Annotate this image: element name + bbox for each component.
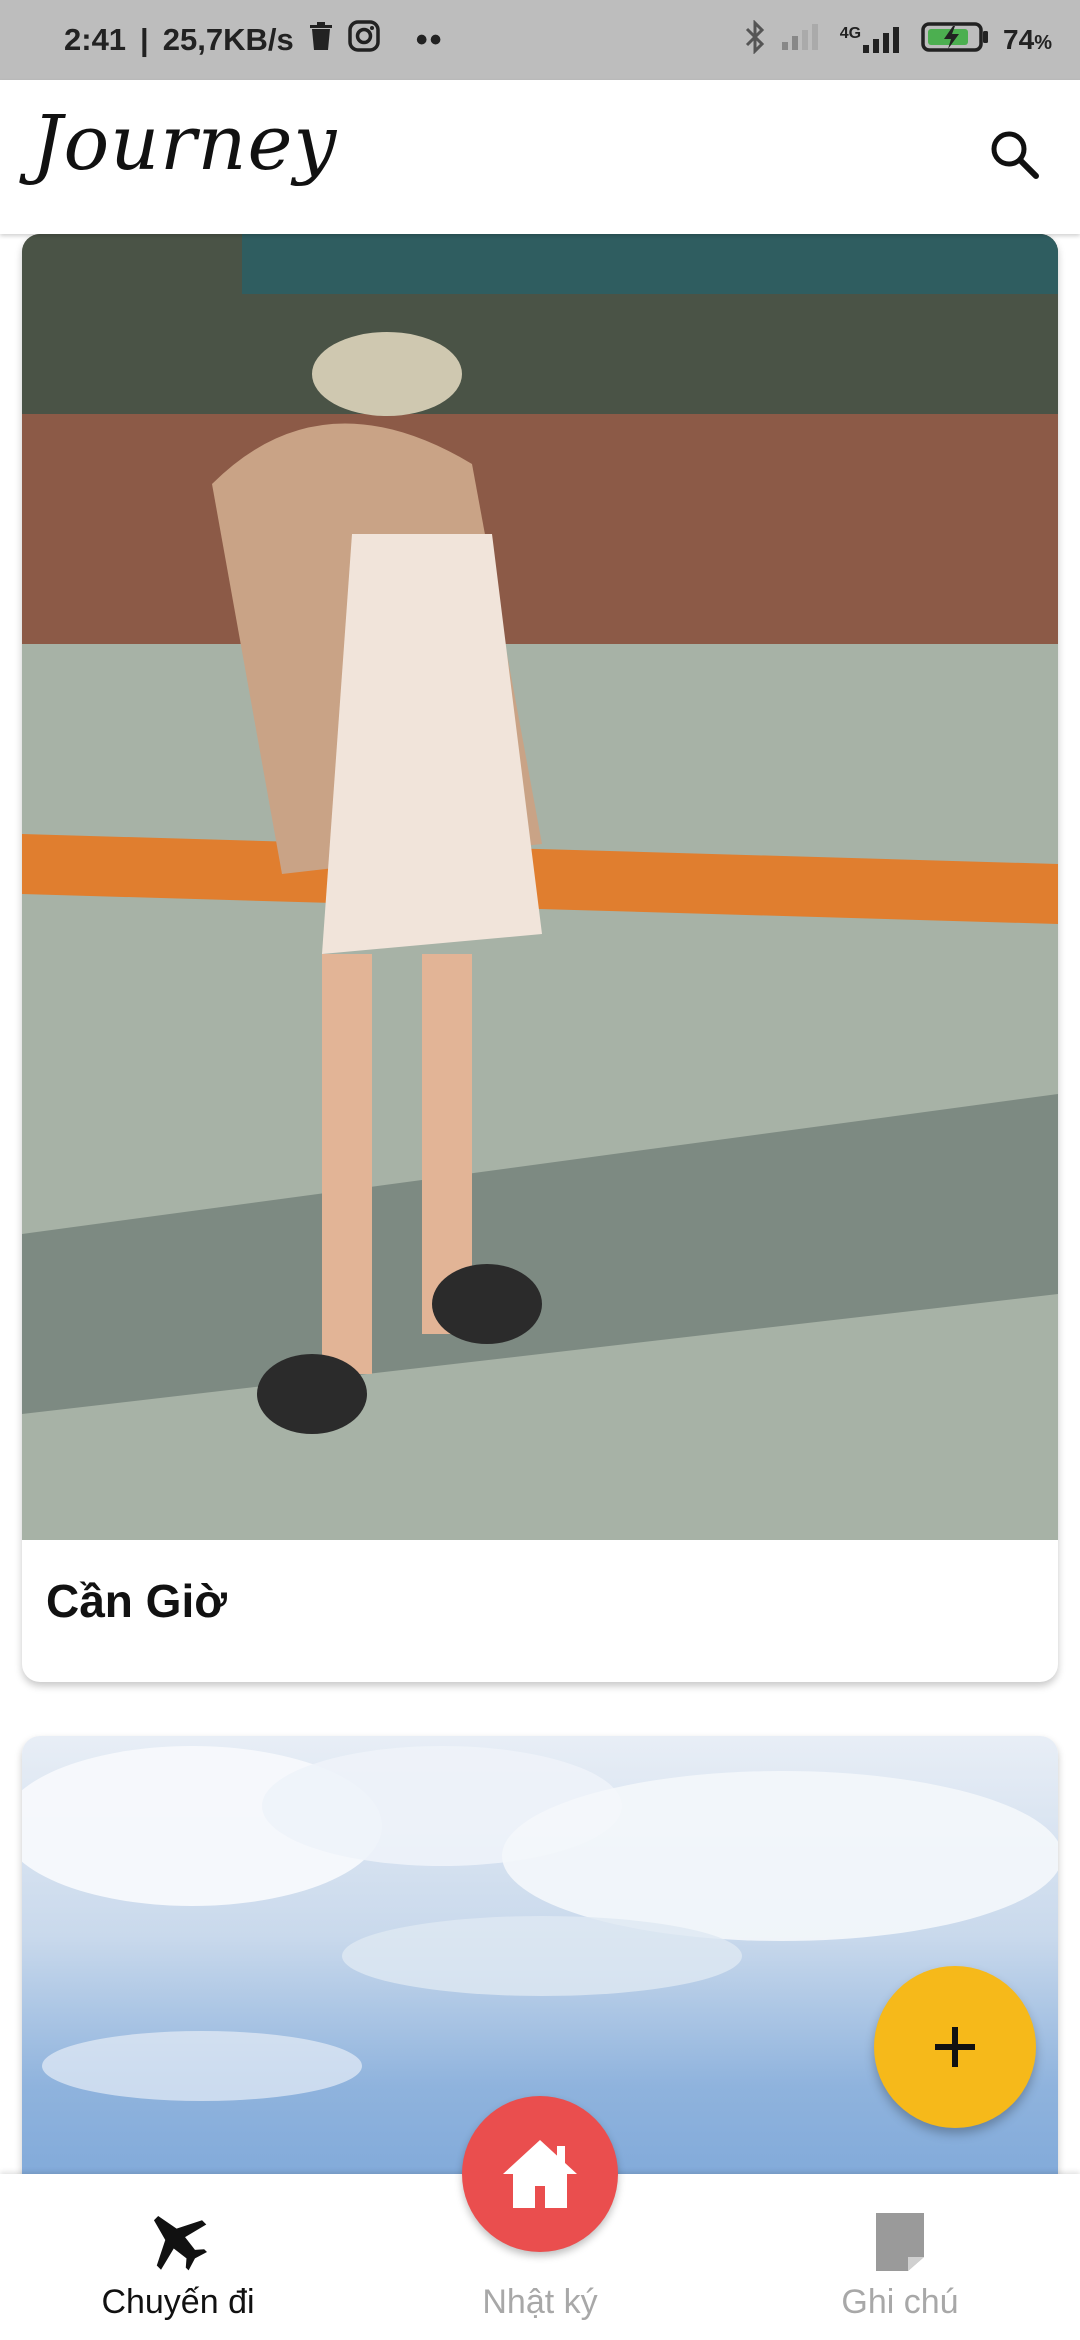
- trash-icon: [308, 21, 334, 59]
- nav-label-diary: Nhật ký: [482, 2283, 598, 2321]
- trip-photo-illustration: [22, 234, 1058, 1540]
- trip-title: Cần Giờ: [46, 1575, 227, 1627]
- search-icon: [991, 131, 1039, 179]
- home-icon: [503, 2140, 577, 2208]
- status-network-speed: 25,7KB/s: [162, 22, 294, 57]
- status-separator: |: [140, 22, 149, 57]
- status-left: 2:41 | 25,7KB/s ••: [64, 20, 444, 60]
- home-button[interactable]: [462, 2096, 618, 2252]
- trip-card[interactable]: Cần Giờ: [22, 234, 1058, 1682]
- plus-icon: [935, 2027, 975, 2067]
- note-icon: [876, 2213, 924, 2271]
- bluetooth-icon: [744, 18, 766, 61]
- trip-feed: Cần Giờ: [0, 234, 1080, 2174]
- status-time: 2:41: [64, 22, 127, 57]
- status-bar: 2:41 | 25,7KB/s •• 4G 74%: [0, 0, 1080, 80]
- search-button[interactable]: [982, 122, 1046, 186]
- instagram-icon: [347, 20, 380, 60]
- app-logo: Journey: [32, 98, 338, 187]
- app-bar: Journey: [0, 80, 1080, 234]
- trip-photo: [22, 234, 1058, 1540]
- signal-4g-icon: 4G: [840, 25, 907, 55]
- battery-level: 74%: [1003, 24, 1052, 55]
- status-right: 4G 74%: [744, 18, 1052, 61]
- nav-item-trips[interactable]: Chuyến đi: [28, 2174, 328, 2340]
- battery-icon: [921, 21, 989, 60]
- nav-item-notes[interactable]: Ghi chú: [750, 2174, 1050, 2340]
- nav-label-notes: Ghi chú: [841, 2283, 959, 2321]
- signal-icon: [780, 22, 826, 59]
- add-trip-button[interactable]: [874, 1966, 1036, 2128]
- more-notifications-icon: ••: [415, 20, 444, 59]
- nav-label-trips: Chuyến đi: [101, 2283, 255, 2321]
- airplane-icon: [153, 2215, 207, 2271]
- network-type: 4G: [839, 25, 862, 42]
